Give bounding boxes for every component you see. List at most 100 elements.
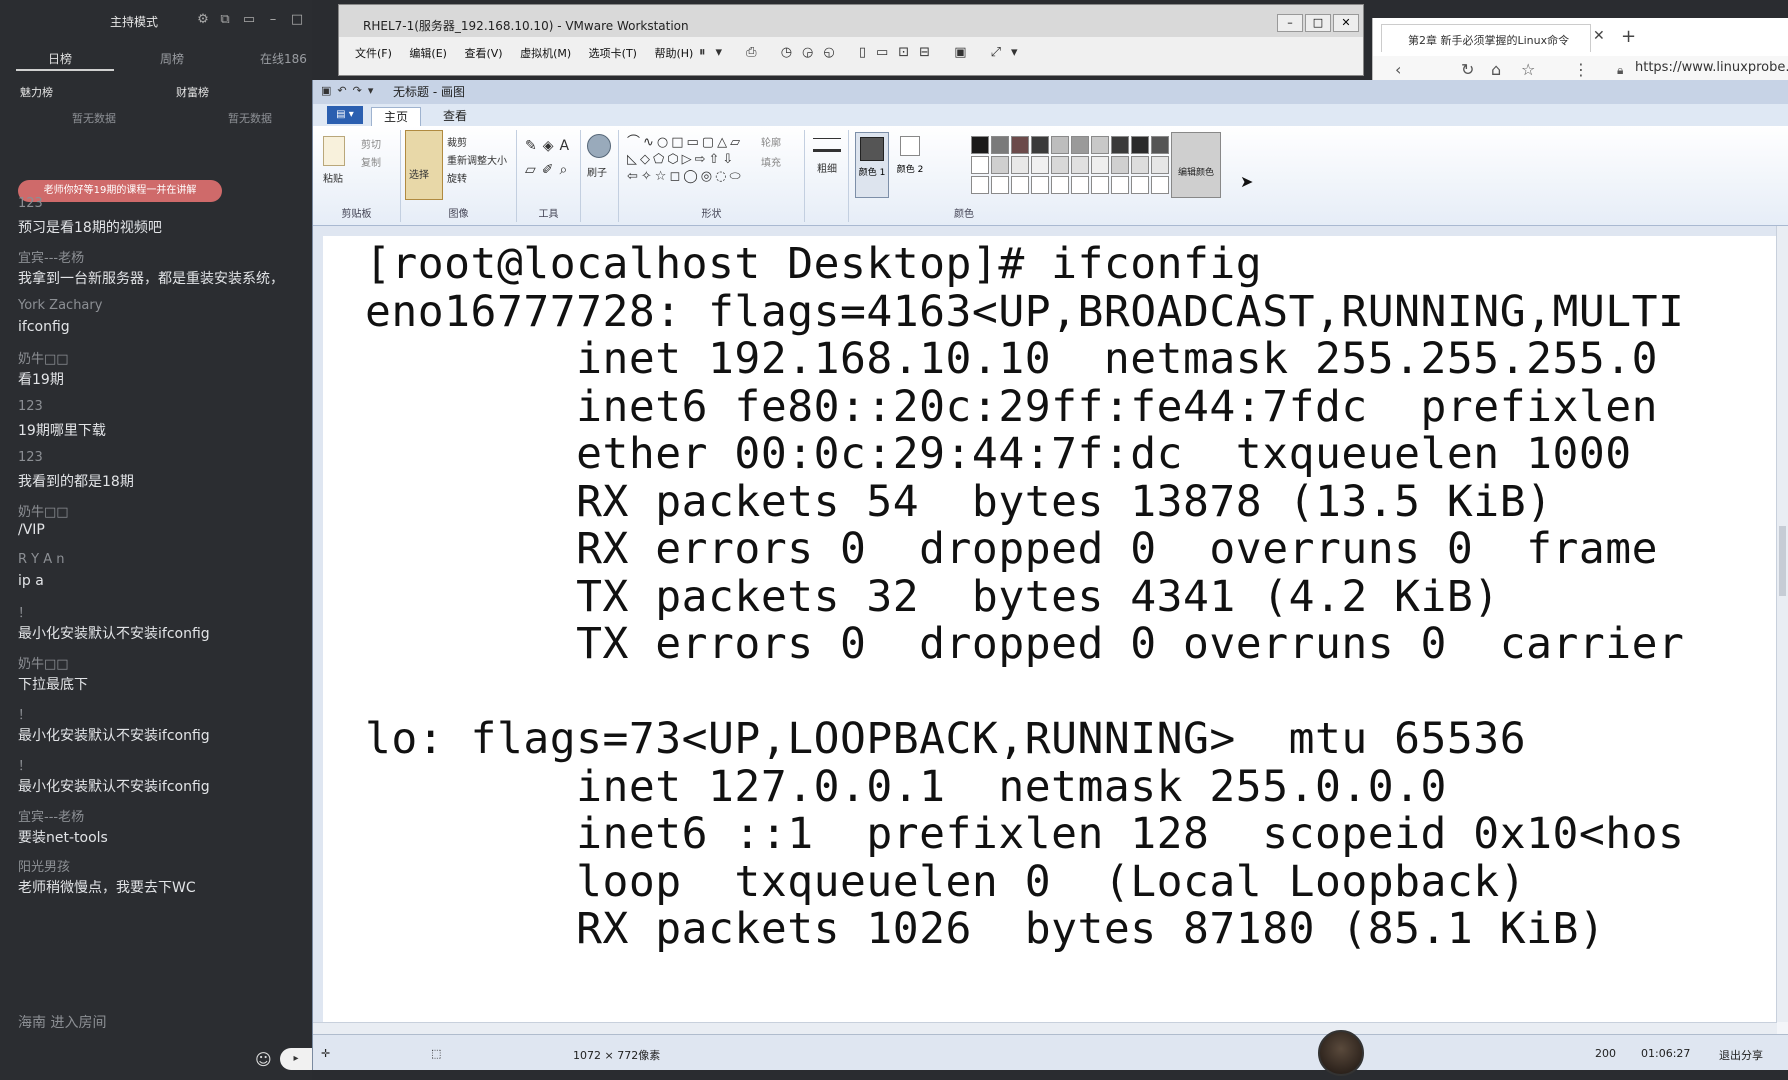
palette-swatch[interactable] [1011, 156, 1029, 174]
size-button[interactable]: 粗细 [817, 160, 837, 175]
tab-view[interactable]: 查看 [431, 107, 479, 124]
color1-swatch-frame[interactable]: 颜色 1 [855, 132, 889, 198]
minimize-icon[interactable]: – [1277, 14, 1303, 32]
chat-username[interactable]: 123 [18, 450, 43, 465]
chat-username[interactable]: ！ [18, 704, 31, 723]
scroll-thumb[interactable] [1779, 526, 1786, 596]
chat-username[interactable]: ！ [18, 755, 31, 774]
chat-username[interactable]: 123 [18, 196, 43, 211]
close-tab-icon[interactable]: ✕ [1593, 28, 1605, 44]
crop-button[interactable]: 裁剪 [447, 134, 467, 149]
menu-file[interactable]: 文件(F) [355, 47, 392, 60]
share-icon[interactable]: ⧉ [216, 12, 234, 27]
palette-swatch[interactable] [991, 156, 1009, 174]
palette-swatch[interactable] [1011, 176, 1029, 194]
fill-button[interactable]: 填充 [761, 154, 781, 169]
exit-share-button[interactable]: 退出分享 [1719, 1047, 1763, 1063]
palette-swatch[interactable] [1071, 156, 1089, 174]
vmware-toolbar[interactable]: ⏸▾ ⎙ ◷◶◵ ▯▭⊡⊟ ▣ ⤢▾ [699, 45, 1028, 60]
palette-swatch[interactable] [1131, 136, 1149, 154]
palette-swatch[interactable] [1151, 156, 1169, 174]
new-tab-icon[interactable]: + [1621, 26, 1636, 47]
palette-swatch[interactable] [971, 156, 989, 174]
palette-swatch[interactable] [1131, 176, 1149, 194]
tools-icons[interactable]: ✎◈A [525, 138, 575, 154]
chat-username[interactable]: 宜宾---老杨 [18, 247, 84, 266]
shapes-gallery[interactable]: ⌒∿○□▭▢△▱ ◺◇⬠⬡▷⇨⇧⇩ ⇦✧☆◻◯◎◌⬭ [627, 134, 757, 185]
tab-online[interactable]: 在线186 [260, 50, 307, 67]
outline-button[interactable]: 轮廓 [761, 134, 781, 149]
color2-swatch-frame[interactable]: 颜色 2 [895, 136, 925, 196]
menu-help[interactable]: 帮助(H) [654, 47, 693, 60]
palette-swatch[interactable] [1151, 176, 1169, 194]
rotate-button[interactable]: 旋转 [447, 170, 467, 185]
color-palette[interactable] [971, 136, 1169, 194]
chat-username[interactable]: 奶牛□□ [18, 348, 69, 367]
maximize-icon[interactable]: □ [288, 12, 306, 27]
palette-swatch[interactable] [1051, 156, 1069, 174]
menu-tabs[interactable]: 选项卡(T) [589, 47, 637, 60]
reload-icon[interactable]: ↻ [1461, 60, 1474, 79]
paste-icon[interactable] [323, 136, 345, 166]
tools-icons-row2[interactable]: ▱✐⌕ [525, 162, 573, 178]
charm-board-label[interactable]: 魅力榜 [20, 84, 53, 100]
back-icon[interactable]: ‹ [1395, 60, 1401, 79]
tab-home[interactable]: 主页 [371, 107, 422, 127]
host-mode-label[interactable]: 主持模式 [110, 13, 158, 30]
brush-button[interactable]: 刷子 [587, 164, 607, 179]
vertical-scrollbar[interactable] [1776, 226, 1788, 1022]
palette-swatch[interactable] [1071, 176, 1089, 194]
address-bar[interactable]: https://www.linuxprobe.c [1635, 60, 1788, 75]
emoji-icon[interactable]: ☺ [255, 1050, 272, 1069]
palette-swatch[interactable] [1091, 156, 1109, 174]
palette-swatch[interactable] [991, 176, 1009, 194]
select-button[interactable]: 选择 [409, 166, 429, 181]
palette-swatch[interactable] [1091, 136, 1109, 154]
chat-username[interactable]: 123 [18, 399, 43, 414]
menu-view[interactable]: 查看(V) [464, 47, 502, 60]
palette-swatch[interactable] [1031, 176, 1049, 194]
drawing-sheet[interactable]: [root@localhost Desktop]# ifconfig eno167… [323, 236, 1777, 1022]
chat-username[interactable]: 阳光男孩 [18, 856, 70, 875]
chat-username[interactable]: ！ [18, 602, 31, 621]
chat-username[interactable]: 奶牛□□ [18, 501, 69, 520]
quick-access-toolbar[interactable]: ▣↶↷▾ [321, 84, 379, 97]
palette-swatch[interactable] [1011, 136, 1029, 154]
menu-edit[interactable]: 编辑(E) [409, 47, 447, 60]
palette-swatch[interactable] [1151, 136, 1169, 154]
menu-vm[interactable]: 虚拟机(M) [520, 47, 571, 60]
chat-username[interactable]: 宜宾---老杨 [18, 806, 84, 825]
palette-swatch[interactable] [971, 176, 989, 194]
home-icon[interactable]: ⌂ [1491, 60, 1501, 79]
palette-swatch[interactable] [1051, 136, 1069, 154]
browser-tab[interactable]: 第2章 新手必须掌握的Linux命令 [1381, 24, 1591, 52]
palette-swatch[interactable] [1131, 156, 1149, 174]
palette-swatch[interactable] [1031, 136, 1049, 154]
tab-daily[interactable]: 日榜 [48, 50, 72, 67]
copy-button[interactable]: 复制 [361, 154, 381, 169]
minimize-icon[interactable]: – [264, 12, 282, 27]
file-menu-button[interactable]: ▤ ▾ [327, 106, 363, 124]
palette-swatch[interactable] [1091, 176, 1109, 194]
palette-swatch[interactable] [1071, 136, 1089, 154]
star-icon[interactable]: ☆ [1521, 60, 1535, 79]
close-icon[interactable]: ✕ [1333, 14, 1359, 32]
chat-username[interactable]: 奶牛□□ [18, 653, 69, 672]
palette-swatch[interactable] [991, 136, 1009, 154]
paste-button[interactable]: 粘贴 [323, 170, 343, 185]
send-button[interactable]: ▸ [280, 1048, 312, 1070]
chat-username[interactable]: R Y A n [18, 552, 65, 567]
resize-button[interactable]: 重新调整大小 [447, 152, 507, 167]
cut-button[interactable]: 剪切 [361, 136, 381, 151]
pin-icon[interactable]: ▭ [240, 12, 258, 27]
brush-icon[interactable] [587, 134, 611, 158]
more-icon[interactable]: ⋮ [1573, 60, 1589, 79]
palette-swatch[interactable] [1111, 176, 1129, 194]
select-icon[interactable] [405, 130, 443, 200]
palette-swatch[interactable] [971, 136, 989, 154]
settings-icon[interactable]: ⚙ [194, 12, 212, 27]
horizontal-scrollbar[interactable] [313, 1022, 1777, 1034]
maximize-icon[interactable]: □ [1305, 14, 1331, 32]
wealth-board-label[interactable]: 财富榜 [176, 84, 209, 100]
palette-swatch[interactable] [1051, 176, 1069, 194]
